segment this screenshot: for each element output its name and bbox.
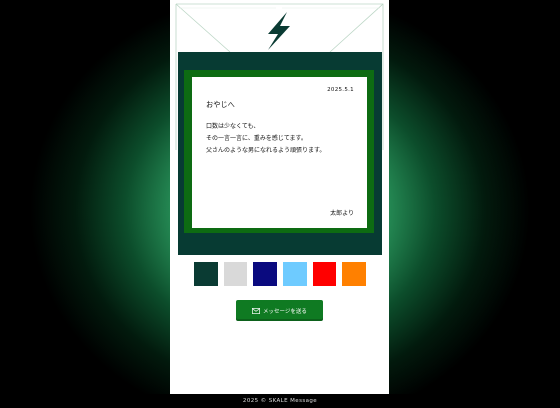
swatch-light-gray[interactable] bbox=[223, 262, 248, 286]
mail-icon bbox=[252, 307, 260, 314]
send-message-button[interactable]: メッセージを送る bbox=[236, 300, 323, 321]
swatch-sky-blue[interactable] bbox=[283, 262, 307, 286]
card-frame: 2025.5.1 おやじへ 口数は少なくても、 その一言一言に、重みを感じてます… bbox=[178, 52, 382, 255]
swatch-dark-green[interactable] bbox=[194, 262, 218, 286]
swatch-orange[interactable] bbox=[342, 262, 367, 286]
lightning-bolt-icon bbox=[268, 12, 290, 50]
color-swatch-row bbox=[194, 262, 367, 288]
card-date: 2025.5.1 bbox=[327, 87, 354, 93]
card-body: 口数は少なくても、 その一言一言に、重みを感じてます。 父さんのような男になれる… bbox=[206, 121, 325, 157]
card-signature: 太郎より bbox=[330, 210, 354, 217]
footer-copyright: 2025 © SKALE Message bbox=[242, 398, 318, 404]
card-line: その一言一言に、重みを感じてます。 bbox=[206, 135, 307, 142]
message-panel: 2025.5.1 おやじへ 口数は少なくても、 その一言一言に、重みを感じてます… bbox=[170, 0, 389, 394]
swatch-navy[interactable] bbox=[253, 262, 278, 286]
footer: 2025 © SKALE Message bbox=[0, 394, 560, 408]
send-message-label: メッセージを送る bbox=[263, 308, 307, 315]
card-greeting: おやじへ bbox=[206, 100, 235, 109]
message-card: 2025.5.1 おやじへ 口数は少なくても、 その一言一言に、重みを感じてます… bbox=[192, 77, 367, 228]
card-line: 父さんのような男になれるよう頑張ります。 bbox=[206, 147, 326, 154]
swatch-red[interactable] bbox=[312, 262, 337, 286]
card-line: 口数は少なくても、 bbox=[206, 123, 260, 130]
